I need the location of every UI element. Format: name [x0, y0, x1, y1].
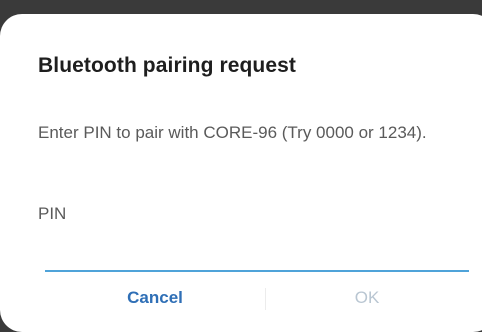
bluetooth-pairing-dialog: Bluetooth pairing request Enter PIN to p… — [0, 14, 482, 332]
ok-button[interactable]: OK — [292, 278, 442, 318]
dialog-title: Bluetooth pairing request — [38, 54, 297, 77]
cancel-button[interactable]: Cancel — [80, 278, 230, 318]
button-divider — [265, 288, 266, 310]
pin-input[interactable] — [45, 250, 469, 272]
pin-label: PIN — [38, 204, 67, 223]
dialog-message: Enter PIN to pair with CORE-96 (Try 0000… — [38, 123, 427, 142]
